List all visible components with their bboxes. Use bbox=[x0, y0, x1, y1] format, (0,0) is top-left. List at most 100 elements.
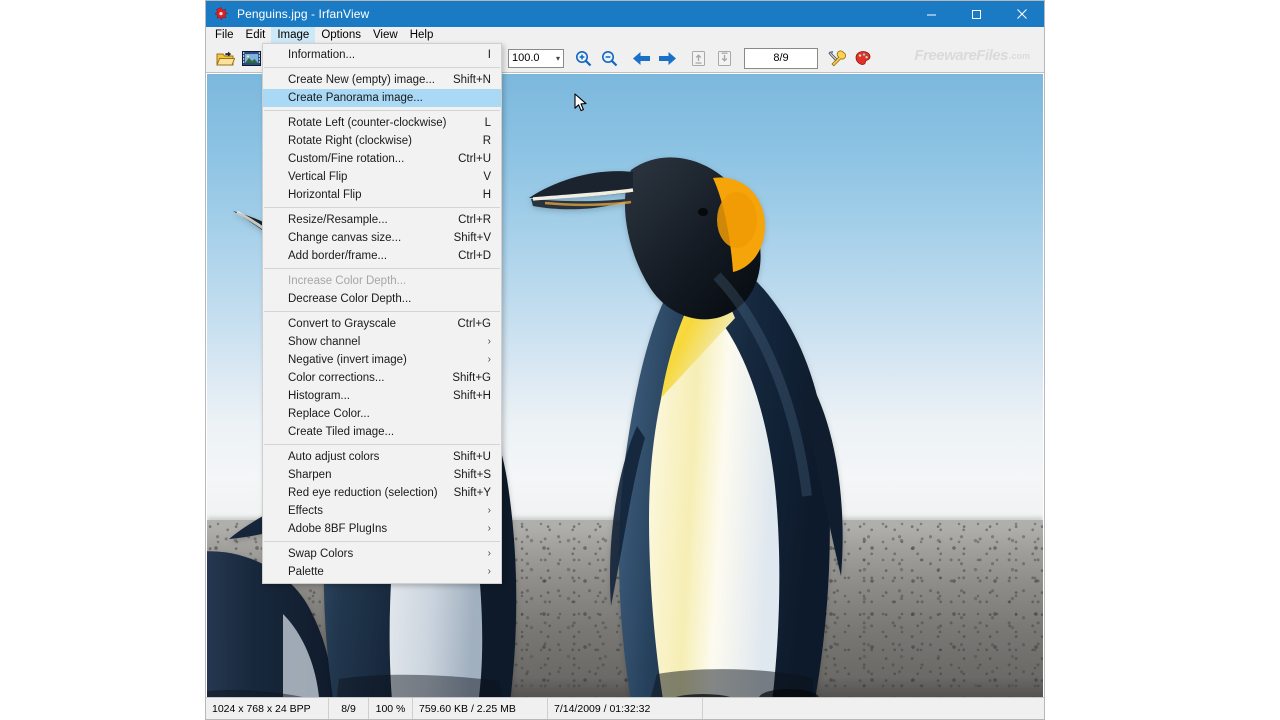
chevron-right-icon: › bbox=[488, 506, 491, 516]
menu-item: Increase Color Depth... bbox=[263, 272, 501, 290]
menu-item[interactable]: Create Panorama image... bbox=[263, 89, 501, 107]
menu-item[interactable]: Histogram...Shift+H bbox=[263, 387, 501, 405]
menu-item[interactable]: Resize/Resample...Ctrl+R bbox=[263, 211, 501, 229]
watermark-text-main: Freeware bbox=[914, 48, 976, 63]
open-folder-icon[interactable] bbox=[212, 46, 238, 70]
menu-item-label: Change canvas size... bbox=[288, 232, 442, 244]
menu-item[interactable]: Palette› bbox=[263, 563, 501, 581]
chevron-right-icon: › bbox=[488, 355, 491, 365]
menubar-item-file[interactable]: File bbox=[209, 27, 240, 44]
menu-item[interactable]: Decrease Color Depth... bbox=[263, 290, 501, 308]
menu-item-label: Show channel bbox=[288, 336, 488, 348]
menubar-item-help[interactable]: Help bbox=[404, 27, 440, 44]
zoom-out-icon[interactable] bbox=[596, 46, 622, 70]
freewarefiles-watermark: Freeware Files .com bbox=[914, 48, 1030, 63]
menu-item[interactable]: Adobe 8BF PlugIns› bbox=[263, 520, 501, 538]
chevron-right-icon: › bbox=[488, 337, 491, 347]
minimize-button[interactable] bbox=[909, 1, 954, 27]
menu-item[interactable]: Convert to GrayscaleCtrl+G bbox=[263, 315, 501, 333]
menu-item-label: Create New (empty) image... bbox=[288, 74, 441, 86]
menu-item[interactable]: Effects› bbox=[263, 502, 501, 520]
menu-item-shortcut: V bbox=[471, 171, 491, 183]
menu-item-label: Effects bbox=[288, 505, 488, 517]
image-menu-dropdown[interactable]: Information...I Create New (empty) image.… bbox=[262, 43, 502, 584]
menu-item[interactable]: Add border/frame...Ctrl+D bbox=[263, 247, 501, 265]
menu-item-label: Red eye reduction (selection) bbox=[288, 487, 442, 499]
menu-item[interactable]: Red eye reduction (selection)Shift+Y bbox=[263, 484, 501, 502]
menu-item[interactable]: Rotate Left (counter-clockwise)L bbox=[263, 114, 501, 132]
menu-item-label: Horizontal Flip bbox=[288, 189, 471, 201]
menu-item[interactable]: Negative (invert image)› bbox=[263, 351, 501, 369]
menu-item[interactable]: Rotate Right (clockwise)R bbox=[263, 132, 501, 150]
menu-item-label: Sharpen bbox=[288, 469, 442, 481]
screen: Penguins.jpg - IrfanView File Edit Image… bbox=[0, 0, 1280, 720]
menubar-item-edit[interactable]: Edit bbox=[240, 27, 272, 44]
menu-item[interactable]: Swap Colors› bbox=[263, 545, 501, 563]
title-bar: Penguins.jpg - IrfanView bbox=[206, 1, 1044, 27]
paint-icon[interactable] bbox=[850, 46, 876, 70]
menu-item[interactable]: Vertical FlipV bbox=[263, 168, 501, 186]
window-title: Penguins.jpg - IrfanView bbox=[237, 7, 369, 21]
chevron-right-icon: › bbox=[488, 567, 491, 577]
menubar-item-image[interactable]: Image bbox=[271, 27, 315, 44]
zoom-level-combo[interactable]: 100.0 ▾ bbox=[508, 49, 564, 68]
menu-item[interactable]: Replace Color... bbox=[263, 405, 501, 423]
menu-item-shortcut: Ctrl+U bbox=[446, 153, 491, 165]
menu-item-label: Replace Color... bbox=[288, 408, 491, 420]
menu-item[interactable]: SharpenShift+S bbox=[263, 466, 501, 484]
menu-item[interactable]: Auto adjust colorsShift+U bbox=[263, 448, 501, 466]
menu-separator bbox=[264, 311, 500, 312]
menu-item[interactable]: Horizontal FlipH bbox=[263, 186, 501, 204]
zoom-level-value: 100.0 bbox=[512, 52, 540, 64]
thumbnails-icon[interactable] bbox=[238, 46, 264, 70]
tools-icon[interactable] bbox=[824, 46, 850, 70]
arrow-right-icon[interactable] bbox=[654, 46, 680, 70]
menu-item-shortcut: Shift+Y bbox=[442, 487, 491, 499]
watermark-text-second: Files bbox=[976, 48, 1008, 63]
status-page: 8/9 bbox=[329, 698, 369, 719]
menu-item[interactable]: Create Tiled image... bbox=[263, 423, 501, 441]
menu-item-label: Convert to Grayscale bbox=[288, 318, 445, 330]
menu-separator bbox=[264, 110, 500, 111]
irfanview-icon bbox=[213, 6, 229, 22]
menu-item[interactable]: Create New (empty) image...Shift+N bbox=[263, 71, 501, 89]
maximize-button[interactable] bbox=[954, 1, 999, 27]
menu-item[interactable]: Color corrections...Shift+G bbox=[263, 369, 501, 387]
zoom-in-icon[interactable] bbox=[570, 46, 596, 70]
menu-item[interactable]: Custom/Fine rotation...Ctrl+U bbox=[263, 150, 501, 168]
menu-item[interactable]: Information...I bbox=[263, 46, 501, 64]
menu-item-label: Negative (invert image) bbox=[288, 354, 488, 366]
status-bar: 1024 x 768 x 24 BPP 8/9 100 % 759.60 KB … bbox=[206, 697, 1044, 719]
menu-item-label: Decrease Color Depth... bbox=[288, 293, 491, 305]
menu-item[interactable]: Change canvas size...Shift+V bbox=[263, 229, 501, 247]
menu-separator bbox=[264, 268, 500, 269]
menu-item-label: Information... bbox=[288, 49, 476, 61]
menu-item-label: Resize/Resample... bbox=[288, 214, 446, 226]
menu-item-shortcut: Shift+U bbox=[441, 451, 491, 463]
status-datetime: 7/14/2009 / 01:32:32 bbox=[548, 698, 703, 719]
chevron-down-icon: ▾ bbox=[556, 54, 560, 63]
menu-separator bbox=[264, 541, 500, 542]
chevron-right-icon: › bbox=[488, 549, 491, 559]
menu-item-label: Create Panorama image... bbox=[288, 92, 491, 104]
menu-item-shortcut: Ctrl+D bbox=[446, 250, 491, 262]
penguin-right bbox=[507, 126, 907, 697]
status-filesize: 759.60 KB / 2.25 MB bbox=[413, 698, 548, 719]
close-button[interactable] bbox=[999, 1, 1044, 27]
menu-item-label: Rotate Left (counter-clockwise) bbox=[288, 117, 473, 129]
menu-item-label: Create Tiled image... bbox=[288, 426, 491, 438]
irfanview-window: Penguins.jpg - IrfanView File Edit Image… bbox=[205, 0, 1045, 720]
first-page-icon bbox=[686, 46, 712, 70]
arrow-left-icon[interactable] bbox=[628, 46, 654, 70]
menu-item[interactable]: Show channel› bbox=[263, 333, 501, 351]
page-indicator[interactable]: 8/9 bbox=[744, 48, 818, 69]
menu-item-label: Adobe 8BF PlugIns bbox=[288, 523, 488, 535]
menu-item-label: Vertical Flip bbox=[288, 171, 471, 183]
menu-separator bbox=[264, 207, 500, 208]
menu-item-label: Add border/frame... bbox=[288, 250, 446, 262]
menubar-item-options[interactable]: Options bbox=[315, 27, 367, 44]
window-controls bbox=[909, 1, 1044, 27]
status-empty bbox=[703, 698, 1044, 719]
status-dimensions: 1024 x 768 x 24 BPP bbox=[206, 698, 329, 719]
menubar-item-view[interactable]: View bbox=[367, 27, 404, 44]
